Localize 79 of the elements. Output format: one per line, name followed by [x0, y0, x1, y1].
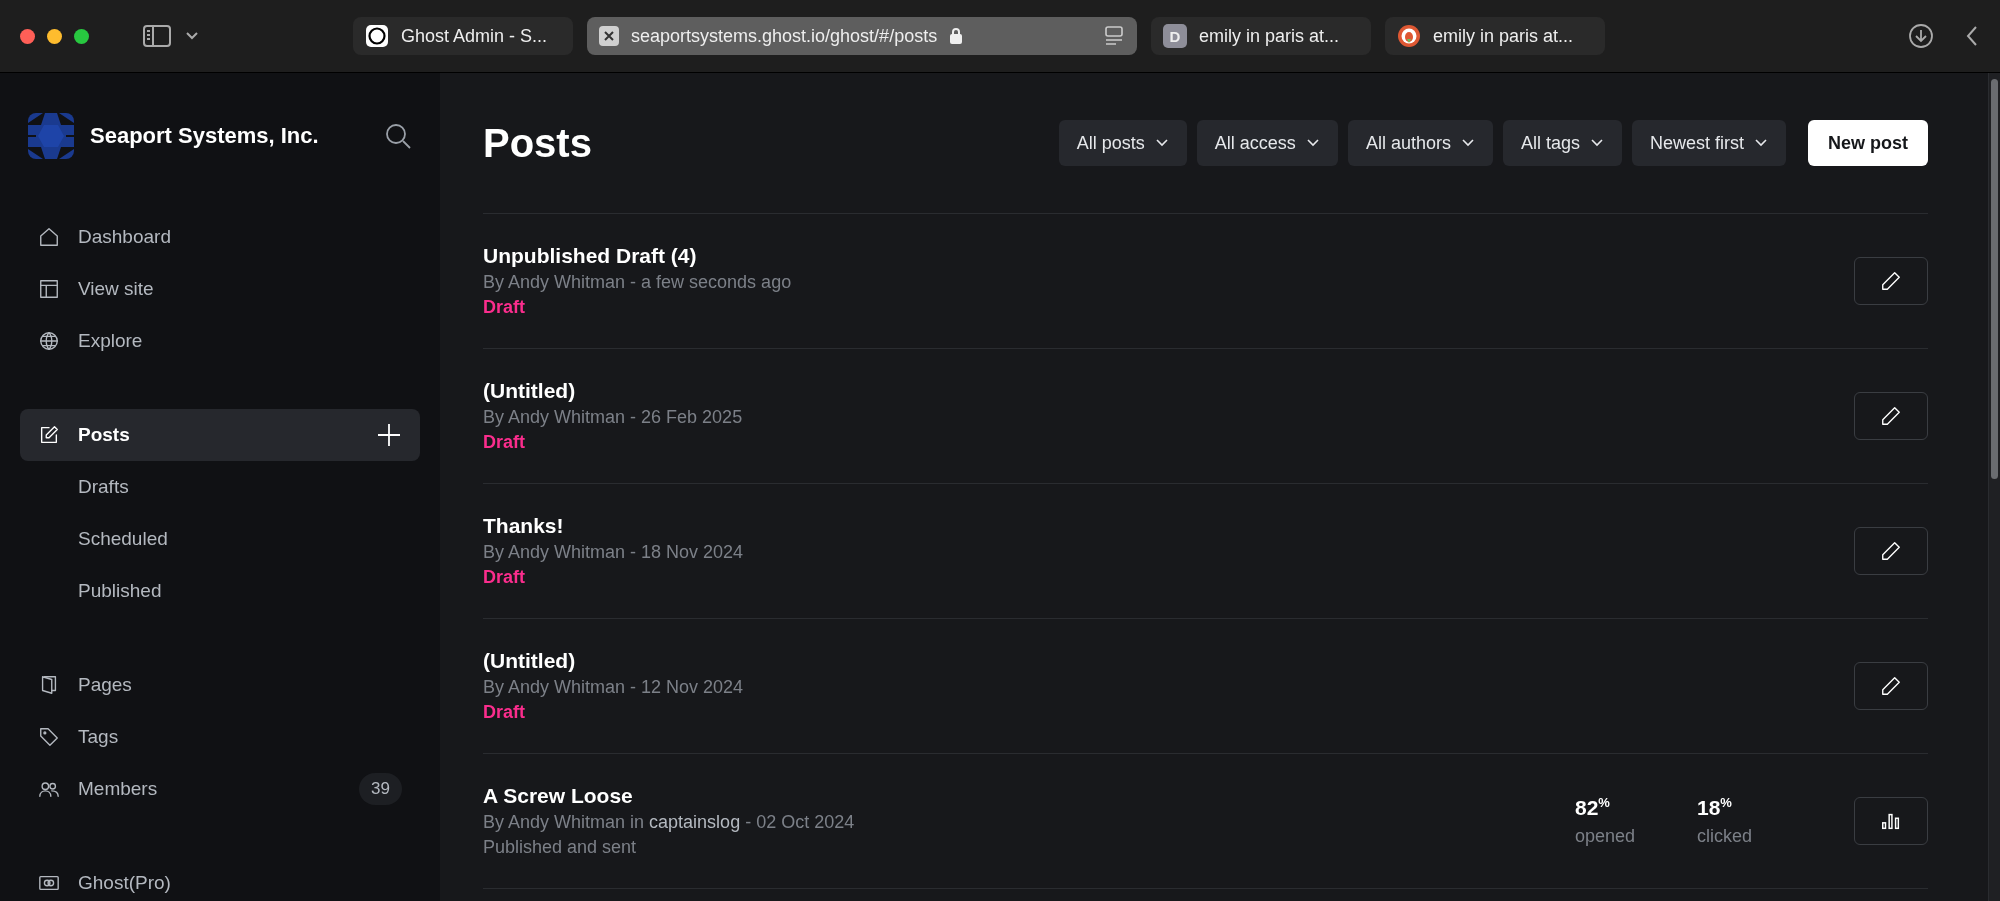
chevron-down-icon [1460, 138, 1475, 148]
stat-label: clicked [1697, 826, 1754, 847]
close-icon[interactable] [599, 26, 619, 46]
pencil-icon [1880, 405, 1902, 427]
analytics-button[interactable] [1854, 797, 1928, 845]
pencil-icon [1880, 675, 1902, 697]
search-icon[interactable] [384, 122, 412, 150]
nav-item[interactable]: Tags [20, 711, 420, 763]
filter-dropdown[interactable]: All tags [1502, 120, 1622, 166]
nav-subitem[interactable]: Scheduled [20, 513, 420, 565]
chevron-down-icon [1589, 138, 1604, 148]
post-meta: By Andy Whitman - 26 Feb 2025 [483, 407, 744, 428]
nav-subitem[interactable]: Drafts [20, 461, 420, 513]
nav-item[interactable]: Posts [20, 409, 420, 461]
post-title[interactable]: (Untitled) [483, 379, 1854, 403]
home-icon [38, 226, 60, 248]
chevron-down-icon [1305, 138, 1320, 148]
back-icon[interactable] [1964, 24, 1980, 48]
post-title[interactable]: (Untitled) [483, 649, 1854, 673]
chevron-down-icon [1754, 138, 1768, 148]
post-status: Draft [483, 702, 526, 723]
edit-button[interactable] [1854, 392, 1928, 440]
brand-logo-icon [28, 113, 74, 159]
member-count: 39 [359, 773, 402, 805]
nav-item[interactable]: View site [20, 263, 420, 315]
filter-dropdown[interactable]: All authors [1347, 120, 1493, 166]
edit-button[interactable] [1854, 257, 1928, 305]
edit-button[interactable] [1854, 527, 1928, 575]
duck-logo-icon [1397, 24, 1421, 48]
post-meta: By Andy Whitman - a few seconds ago [483, 272, 793, 293]
nav-item[interactable]: Members 39 [20, 763, 420, 815]
post-status: Draft [483, 432, 526, 453]
close-window-button[interactable] [20, 28, 35, 44]
scrollbar[interactable] [1988, 73, 2000, 901]
stat-label: opened [1575, 826, 1637, 847]
globe-icon [38, 330, 60, 352]
post-meta: By Andy Whitman - 12 Nov 2024 [483, 677, 745, 698]
nav-item[interactable]: Pages [20, 659, 420, 711]
download-icon[interactable] [1908, 23, 1934, 49]
nav-subitem[interactable]: Published [20, 565, 420, 617]
post-meta: By Andy Whitman in captainslog - 02 Oct 2024 [483, 812, 856, 833]
post-title[interactable]: A Screw Loose [483, 784, 1575, 808]
post-title[interactable]: Thanks! [483, 514, 1854, 538]
page-title: Posts [483, 120, 593, 166]
post-meta: By Andy Whitman - 18 Nov 2024 [483, 542, 745, 563]
browser-tab[interactable]: D emily in paris at... [1151, 17, 1371, 55]
plus-icon[interactable] [376, 422, 402, 448]
lock-icon [949, 27, 964, 45]
minimize-window-button[interactable] [47, 28, 62, 44]
reader-icon[interactable] [1103, 26, 1125, 46]
ghost-logo-icon [365, 24, 389, 48]
layout-icon [38, 278, 60, 300]
post-status: Published and sent [483, 837, 638, 858]
maximize-window-button[interactable] [74, 28, 89, 44]
browser-tab[interactable]: emily in paris at... [1385, 17, 1605, 55]
filter-dropdown[interactable]: All access [1196, 120, 1338, 166]
post-status: Draft [483, 297, 526, 318]
browser-tab[interactable]: seaportsystems.ghost.io/ghost/#/posts [587, 17, 1137, 55]
sidebar-toggle-icon[interactable] [143, 25, 171, 47]
pencil-icon [1880, 270, 1902, 292]
browser-tab[interactable]: Ghost Admin - S... [353, 17, 573, 55]
filter-dropdown[interactable]: All posts [1058, 120, 1187, 166]
edit-button[interactable] [1854, 662, 1928, 710]
new-post-button[interactable]: New post [1808, 120, 1928, 166]
post-status: Draft [483, 567, 526, 588]
stat-value: 18$^{%}$ [1697, 795, 1733, 820]
nav-item[interactable]: Dashboard [20, 211, 420, 263]
edit-icon [38, 424, 60, 446]
tag-icon [38, 726, 60, 748]
nav-item[interactable]: Ghost(Pro) [20, 857, 420, 901]
site-letter-icon: D [1163, 24, 1187, 48]
brand-name: Seaport Systems, Inc. [90, 123, 320, 149]
chevron-down-icon [1154, 138, 1169, 148]
chevron-down-icon[interactable] [185, 31, 199, 41]
stat-value: 82$^{%}$ [1575, 795, 1611, 820]
post-title[interactable]: Unpublished Draft (4) [483, 244, 1854, 268]
nav-item[interactable]: Explore [20, 315, 420, 367]
filter-dropdown[interactable]: Newest first [1631, 120, 1786, 166]
pencil-icon [1880, 540, 1902, 562]
